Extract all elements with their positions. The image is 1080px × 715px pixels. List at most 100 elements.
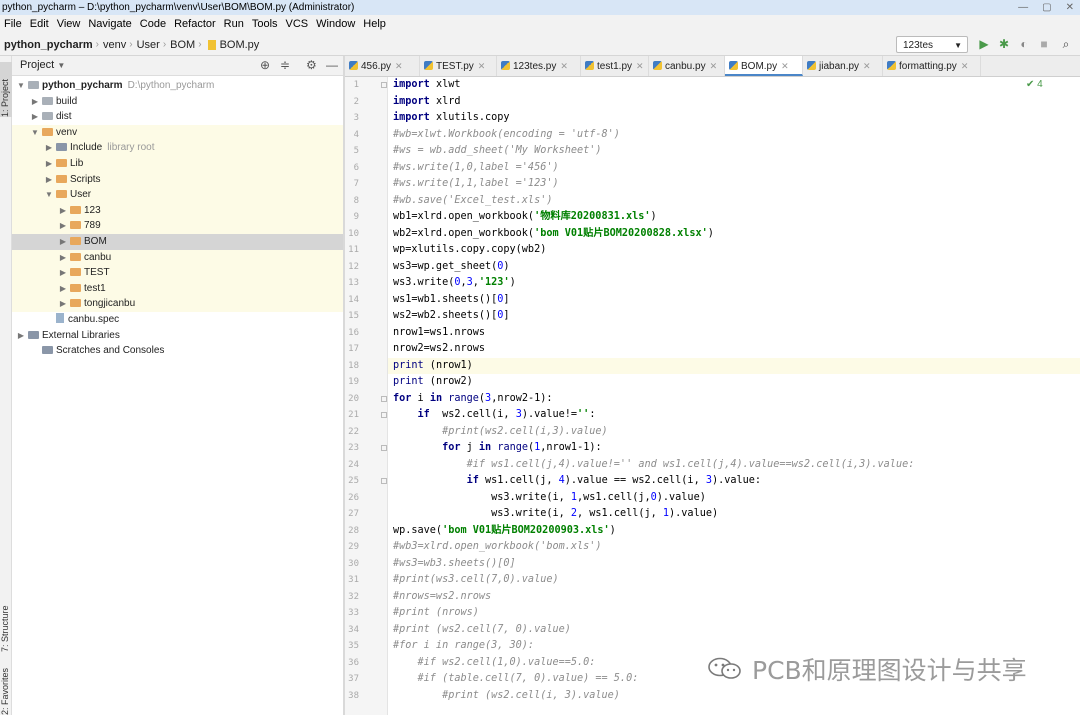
- hide-icon[interactable]: —: [326, 58, 338, 72]
- tree-item-include[interactable]: ▶ Include library root: [12, 140, 343, 156]
- python-file-icon: [653, 61, 662, 70]
- project-tool-tab[interactable]: 1: Project: [0, 62, 12, 117]
- menu-tools[interactable]: Tools: [248, 15, 282, 34]
- tab-canbu-py[interactable]: canbu.py ✕: [649, 56, 725, 76]
- expand-arrow-down-icon[interactable]: ▼: [44, 187, 54, 203]
- tree-item-test[interactable]: ▶ TEST: [12, 265, 343, 281]
- tab-test1-py[interactable]: test1.py ✕: [581, 56, 649, 76]
- breadcrumb-file[interactable]: BOM.py: [220, 39, 260, 51]
- line-number: 31: [348, 575, 359, 585]
- tree-item-label: canbu: [84, 251, 112, 263]
- minimize-icon[interactable]: —: [1018, 0, 1028, 15]
- tree-item-scratches-and-consoles[interactable]: Scratches and Consoles: [12, 343, 343, 359]
- tab-formatting-py[interactable]: formatting.py ✕: [883, 56, 981, 76]
- coverage-icon[interactable]: ◐: [1016, 36, 1032, 53]
- close-tab-icon[interactable]: ✕: [961, 61, 969, 71]
- tree-item-venv[interactable]: ▼ venv: [12, 124, 343, 141]
- tree-item-user[interactable]: ▼ User: [12, 187, 343, 203]
- menu-run[interactable]: Run: [220, 15, 248, 34]
- breadcrumb-user[interactable]: User: [137, 39, 160, 51]
- project-panel-title[interactable]: Project ▼: [20, 59, 65, 71]
- close-tab-icon[interactable]: ✕: [560, 61, 568, 71]
- menu-view[interactable]: View: [53, 15, 85, 34]
- menu-vcs[interactable]: VCS: [282, 15, 313, 34]
- code-line: for j in range(1,nrow1-1):: [442, 442, 602, 453]
- fold-marker-icon[interactable]: [381, 395, 387, 402]
- expand-arrow-right-icon[interactable]: ▶: [58, 250, 68, 266]
- tree-item-dist[interactable]: ▶ dist: [12, 109, 343, 125]
- fold-marker-icon[interactable]: [381, 478, 387, 484]
- tree-item-external-libraries[interactable]: ▶ External Libraries: [12, 328, 343, 344]
- search-icon[interactable]: ⌕: [1058, 36, 1074, 53]
- favorites-tool-tab[interactable]: 2: Favorites: [0, 666, 12, 715]
- code-line: for i in range(3,nrow2-1):: [393, 392, 553, 404]
- close-tab-icon[interactable]: ✕: [710, 61, 718, 71]
- expand-arrow-right-icon[interactable]: ▶: [58, 234, 68, 250]
- expand-arrow-right-icon[interactable]: ▶: [44, 172, 54, 188]
- menu-edit[interactable]: Edit: [26, 15, 53, 34]
- fold-marker-icon[interactable]: [381, 412, 387, 418]
- tree-item-test1[interactable]: ▶ test1: [12, 280, 343, 297]
- close-tab-icon[interactable]: ✕: [863, 61, 871, 71]
- tab-123tes-py[interactable]: 123tes.py ✕: [497, 56, 581, 76]
- line-number: 26: [348, 492, 359, 503]
- run-configuration-select[interactable]: 123tes ▼: [896, 36, 968, 53]
- maximize-icon[interactable]: ▢: [1042, 0, 1051, 15]
- chevron-right-icon: ›: [95, 39, 99, 50]
- expand-arrow-right-icon[interactable]: ▶: [58, 296, 68, 312]
- expand-arrow-right-icon[interactable]: ▶: [58, 218, 68, 234]
- tree-item-label: venv: [56, 126, 78, 138]
- expand-arrow-right-icon[interactable]: ▶: [30, 109, 40, 125]
- tree-item-scripts[interactable]: ▶ Scripts: [12, 171, 343, 188]
- tree-item-lib[interactable]: ▶ Lib: [12, 156, 343, 172]
- expand-arrow-right-icon[interactable]: ▶: [44, 140, 54, 156]
- tree-item-canbu[interactable]: ▶ canbu: [12, 249, 343, 266]
- gear-icon[interactable]: ⚙: [306, 58, 317, 72]
- collapse-all-icon[interactable]: ≑: [280, 58, 290, 72]
- tree-item-789[interactable]: ▶ 789: [12, 218, 343, 234]
- menu-code[interactable]: Code: [136, 15, 170, 34]
- run-icon[interactable]: ▶: [976, 36, 992, 53]
- line-number: 19: [348, 377, 359, 387]
- tree-item-bom[interactable]: ▶ BOM: [12, 234, 343, 250]
- breadcrumb-project[interactable]: python_pycharm: [4, 39, 93, 51]
- close-icon[interactable]: ✕: [1066, 0, 1074, 15]
- menu-navigate[interactable]: Navigate: [84, 15, 135, 34]
- menu-file[interactable]: File: [0, 15, 26, 34]
- expand-arrow-right-icon[interactable]: ▶: [44, 156, 54, 172]
- python-file-icon: [807, 61, 816, 70]
- tab-bom-py[interactable]: BOM.py ✕: [725, 56, 803, 76]
- close-tab-icon[interactable]: ✕: [781, 61, 789, 71]
- tree-item-python-pycharm[interactable]: ▼ python_pycharm D:\python_pycharm: [12, 78, 343, 94]
- tab-456-py[interactable]: 456.py ✕: [345, 56, 420, 76]
- menu-refactor[interactable]: Refactor: [170, 15, 220, 34]
- locate-icon[interactable]: ⊕: [260, 58, 270, 72]
- fold-marker-icon[interactable]: [381, 82, 387, 88]
- code-editor[interactable]: import xlwt import xlrd import xlutils.cop…: [388, 77, 1080, 715]
- inspection-status[interactable]: ✔ 4: [1026, 79, 1043, 90]
- expand-arrow-down-icon[interactable]: ▼: [16, 78, 26, 94]
- menu-help[interactable]: Help: [359, 15, 390, 34]
- stop-icon[interactable]: ■: [1036, 36, 1052, 53]
- debug-icon[interactable]: ✱: [996, 36, 1012, 53]
- expand-arrow-right-icon[interactable]: ▶: [58, 265, 68, 281]
- close-tab-icon[interactable]: ✕: [636, 61, 644, 71]
- tree-item-build[interactable]: ▶ build: [12, 94, 343, 110]
- tree-item-123[interactable]: ▶ 123: [12, 202, 343, 219]
- expand-arrow-right-icon[interactable]: ▶: [58, 281, 68, 297]
- expand-arrow-right-icon[interactable]: ▶: [58, 203, 68, 219]
- close-tab-icon[interactable]: ✕: [395, 61, 403, 71]
- structure-tool-tab[interactable]: 7: Structure: [0, 586, 12, 652]
- tree-item-tongjicanbu[interactable]: ▶ tongjicanbu: [12, 296, 343, 312]
- tab-test-py[interactable]: TEST.py ✕: [420, 56, 497, 76]
- breadcrumb-venv[interactable]: venv: [103, 39, 126, 51]
- tab-jiaban-py[interactable]: jiaban.py ✕: [803, 56, 883, 76]
- expand-arrow-down-icon[interactable]: ▼: [30, 125, 40, 141]
- expand-arrow-right-icon[interactable]: ▶: [16, 328, 26, 344]
- fold-marker-icon[interactable]: [381, 445, 387, 451]
- expand-arrow-right-icon[interactable]: ▶: [30, 94, 40, 110]
- menu-window[interactable]: Window: [312, 15, 359, 34]
- tree-item-canbu-spec[interactable]: canbu.spec: [12, 312, 343, 328]
- close-tab-icon[interactable]: ✕: [478, 61, 486, 71]
- breadcrumb-bom[interactable]: BOM: [170, 39, 195, 51]
